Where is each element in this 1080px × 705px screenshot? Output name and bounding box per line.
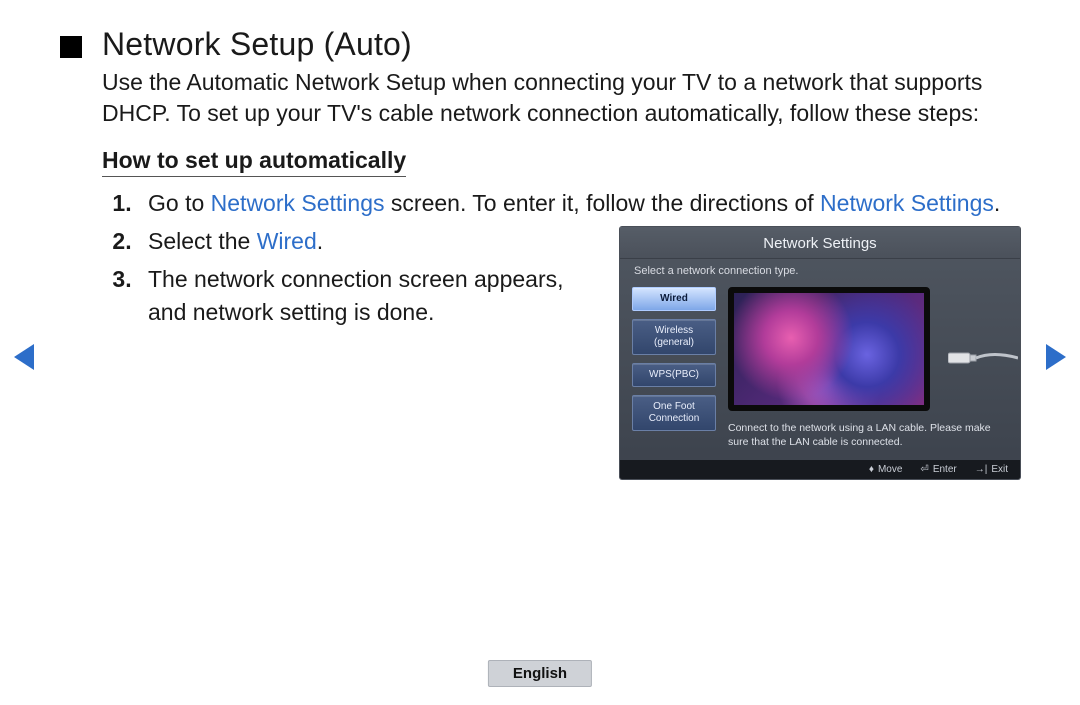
osd-option-wireless[interactable]: Wireless (general): [632, 319, 716, 355]
osd-footer: ♦ Move ⏎ Enter →|Exit: [620, 460, 1020, 479]
next-page-button[interactable]: [1046, 344, 1066, 370]
step-1-text-c: .: [994, 190, 1000, 216]
lan-cable-icon: [948, 347, 1018, 369]
osd-hint-move: ♦ Move: [869, 464, 903, 475]
osd-hint-enter-label: Enter: [933, 464, 957, 475]
step-1-link-network-settings-2: Network Settings: [820, 190, 994, 216]
step-1: Go to Network Settings screen. To enter …: [138, 187, 1020, 219]
osd-hint-exit: →|Exit: [975, 464, 1008, 475]
page-title: Network Setup (Auto): [102, 26, 412, 63]
step-1-text-b: screen. To enter it, follow the directio…: [385, 190, 821, 216]
osd-description: Connect to the network using a LAN cable…: [728, 421, 1008, 449]
prev-page-button[interactable]: [14, 344, 34, 370]
subhead: How to set up automatically: [102, 147, 406, 177]
steps-list-continued: Select the Wired. The network connection…: [102, 225, 590, 328]
step-1-link-network-settings: Network Settings: [211, 190, 385, 216]
section-bullet-icon: [60, 36, 82, 58]
step-2-text-b: .: [317, 228, 323, 254]
step-2-text-a: Select the: [148, 228, 257, 254]
osd-option-one-foot[interactable]: One Foot Connection: [632, 395, 716, 431]
language-button[interactable]: English: [488, 660, 592, 687]
step-3: The network connection screen appears, a…: [138, 263, 590, 327]
steps-list: Go to Network Settings screen. To enter …: [102, 187, 1020, 219]
osd-option-wps[interactable]: WPS(PBC): [632, 363, 716, 387]
step-2-link-wired: Wired: [257, 228, 317, 254]
intro-paragraph: Use the Automatic Network Setup when con…: [102, 67, 1020, 129]
osd-title: Network Settings: [620, 227, 1020, 259]
osd-option-wired[interactable]: Wired: [632, 287, 716, 311]
step-2: Select the Wired.: [138, 225, 590, 257]
updown-icon: ♦: [869, 464, 874, 475]
osd-option-list: Wired Wireless (general) WPS(PBC) One Fo…: [632, 287, 716, 449]
step-1-text-a: Go to: [148, 190, 211, 216]
tv-graphic-icon: [728, 287, 930, 411]
exit-icon: →|: [975, 464, 988, 475]
osd-hint-move-label: Move: [878, 464, 902, 475]
osd-hint-enter: ⏎ Enter: [920, 464, 956, 475]
osd-subtitle: Select a network connection type.: [620, 259, 1020, 287]
network-settings-screenshot: Network Settings Select a network connec…: [620, 227, 1020, 478]
osd-hint-exit-label: Exit: [991, 464, 1008, 475]
enter-icon: ⏎: [920, 464, 928, 475]
